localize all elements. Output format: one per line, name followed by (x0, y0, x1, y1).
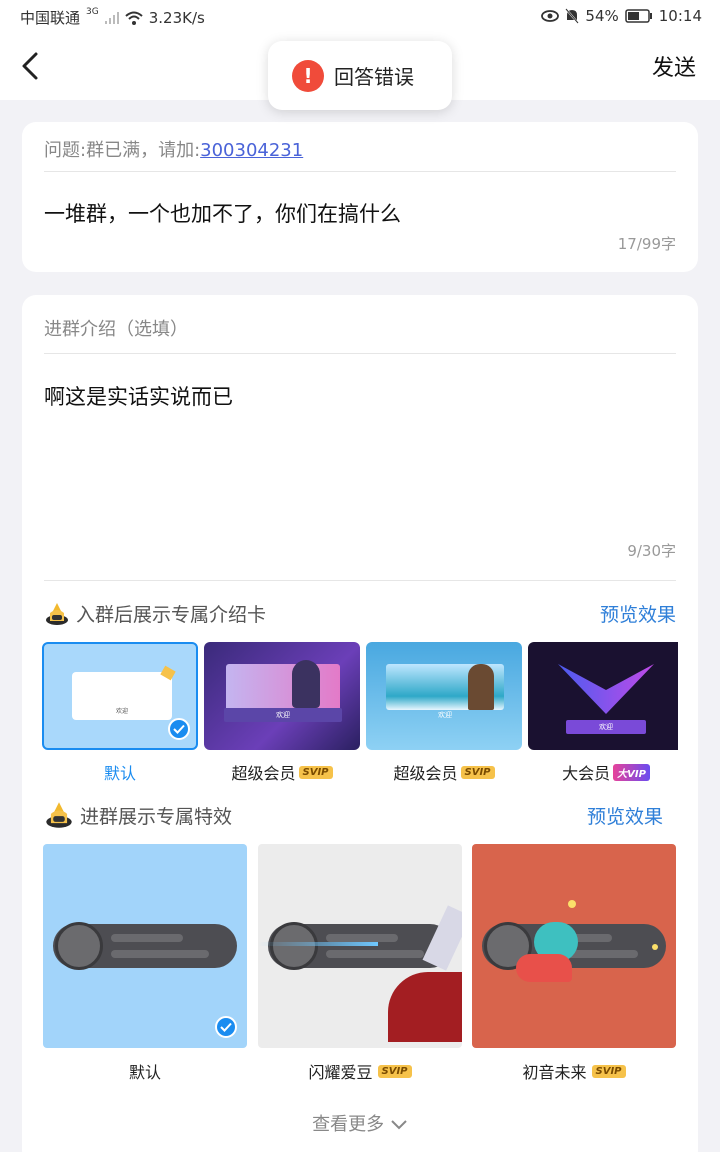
crown-icon (46, 602, 68, 625)
answer-counter: 17/99字 (617, 235, 676, 253)
carrier-label: 中国联通 (20, 9, 81, 27)
group-number-link[interactable]: 300304231 (200, 140, 303, 161)
battery-percent: 54% (585, 7, 619, 25)
intro-label: 进群介绍（选填） (44, 319, 188, 340)
view-more-button[interactable]: 查看更多 (22, 1110, 698, 1136)
section-title-text: 进群展示专属特效 (80, 805, 233, 828)
question-card: 问题:群已满，请加:300304231 一堆群，一个也加不了，你们在搞什么 17… (22, 122, 698, 272)
svip-badge: SVIP (377, 1064, 412, 1078)
answer-input[interactable]: 一堆群，一个也加不了，你们在搞什么 (44, 198, 401, 228)
mute-bell-icon (565, 8, 580, 24)
crown-icon (46, 802, 72, 828)
big-vip-badge: 大VIP (613, 763, 650, 781)
intro-card-svip-2[interactable]: 欢迎 (366, 642, 522, 750)
sparkle (568, 900, 576, 908)
intro-card-list: 欢迎 默认 欢迎 超级会员 SVIP 欢迎 超级会员 SVIP 欢迎 大会员 大… (42, 642, 678, 792)
character-figure (292, 660, 320, 708)
back-arrow-icon[interactable] (14, 48, 50, 84)
intro-card-label: 默认 (103, 764, 136, 783)
effect-label: 初音未来 SVIP (472, 1059, 676, 1083)
welcome-text: 欢迎 (224, 708, 342, 722)
intro-card-section-title: 入群后展示专属介绍卡 (44, 600, 266, 627)
effect-pill-preview (268, 922, 452, 970)
intro-card-label: 超级会员 SVIP (204, 760, 360, 784)
send-button[interactable]: 发送 (652, 50, 696, 82)
welcome-text: 欢迎 (438, 711, 452, 719)
signal-icon (104, 11, 119, 24)
check-icon (168, 718, 190, 740)
clock: 10:14 (658, 7, 702, 25)
welcome-text: 欢迎 (599, 723, 613, 731)
character-figure (468, 664, 494, 710)
intro-card-big-vip[interactable]: 欢迎 (528, 642, 678, 750)
effect-label: 闪耀爱豆 SVIP (258, 1059, 462, 1083)
intro-card-panel: 进群介绍（选填） 啊这是实话实说而已 9/30字 入群后展示专属介绍卡 预览效果… (22, 295, 698, 1152)
effect-hatsune-miku[interactable] (472, 844, 676, 1048)
divider (44, 171, 676, 172)
effect-section-title: 进群展示专属特效 (44, 800, 232, 830)
character-figure (388, 972, 462, 1042)
divider (44, 353, 676, 354)
error-toast: ! 回答错误 (268, 41, 452, 110)
preview-effect-link[interactable]: 预览效果 (587, 802, 663, 829)
network-type: 3G (86, 6, 99, 17)
eye-icon (541, 10, 560, 22)
toast-message: 回答错误 (334, 65, 414, 89)
network-speed: 3.23K/s (148, 8, 205, 27)
effect-label: 默认 (128, 1063, 161, 1082)
chevron-down-icon (391, 1120, 407, 1130)
intro-card-label: 超级会员 SVIP (366, 760, 522, 784)
preview-intro-card-link[interactable]: 预览效果 (600, 600, 676, 627)
svip-badge: SVIP (591, 1064, 626, 1078)
effect-pill-preview (53, 922, 237, 970)
wifi-icon (125, 11, 143, 25)
error-icon: ! (292, 59, 324, 92)
intro-card-svip-1[interactable]: 欢迎 (204, 642, 360, 750)
status-bar: 中国联通 3G 3.23K/s 54% 10:14 (0, 0, 720, 34)
question-row: 问题:群已满，请加:300304231 (44, 136, 303, 162)
section-title-text: 入群后展示专属介绍卡 (76, 604, 267, 626)
question-text: 问题:群已满，请加: (44, 140, 201, 161)
intro-input[interactable]: 啊这是实话实说而已 (44, 381, 233, 411)
welcome-text: 欢迎 (115, 708, 128, 715)
effect-shining-idol[interactable] (258, 844, 462, 1048)
light-streak (258, 942, 378, 946)
svip-badge: SVIP (298, 765, 333, 779)
effect-default[interactable] (43, 844, 247, 1048)
view-more-label: 查看更多 (312, 1114, 385, 1135)
sparkle (652, 944, 658, 950)
card-preview-frame (226, 664, 340, 714)
intro-counter: 9/30字 (627, 542, 676, 560)
divider (44, 580, 676, 581)
intro-card-label: 大会员 大VIP (528, 760, 678, 784)
fish-figure (516, 954, 572, 982)
check-icon (215, 1016, 237, 1038)
intro-card-default[interactable]: 欢迎 (42, 642, 198, 750)
battery-icon (625, 9, 652, 23)
svip-badge: SVIP (460, 765, 495, 779)
